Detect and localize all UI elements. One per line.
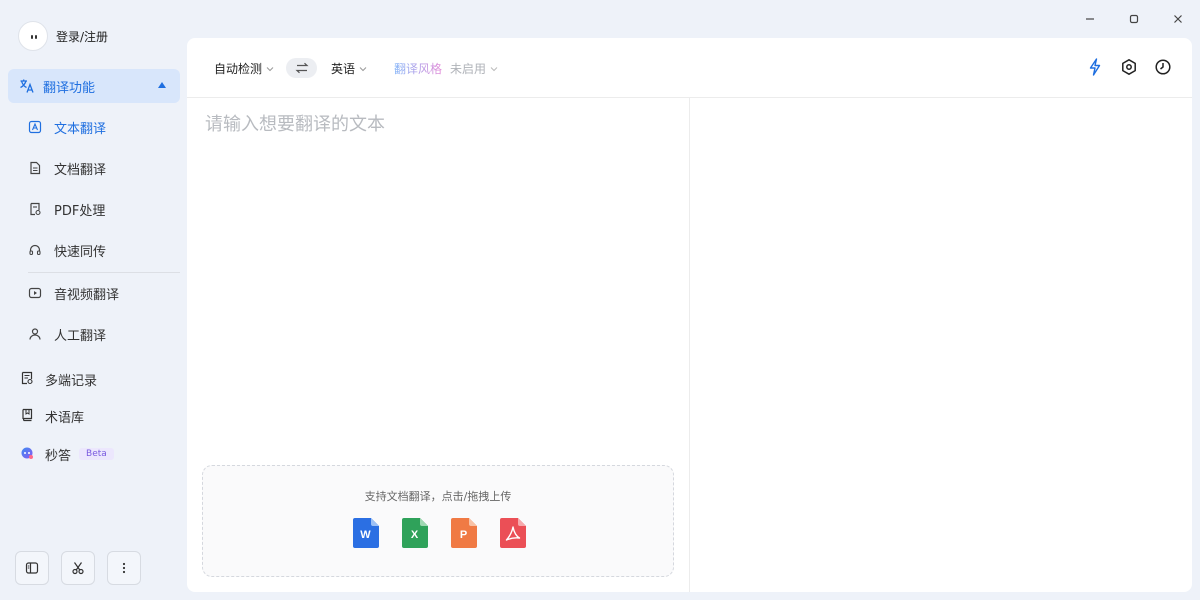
sidebar-item-label: 术语库 bbox=[45, 410, 85, 426]
word-file-icon: W bbox=[352, 518, 379, 548]
sidebar-item-label: PDF处理 bbox=[54, 203, 106, 219]
source-language-label: 自动检测 bbox=[214, 62, 263, 76]
sidebar-item-text-translate[interactable]: 文本翻译 bbox=[28, 112, 178, 142]
beta-badge: Beta bbox=[79, 448, 114, 460]
source-text-input[interactable] bbox=[205, 110, 675, 440]
pdf-file-icon bbox=[499, 518, 526, 548]
screenshot-button[interactable] bbox=[61, 551, 95, 585]
book-icon bbox=[20, 407, 34, 426]
sidebar-item-label: 音视频翻译 bbox=[54, 287, 120, 303]
chevron-down-icon bbox=[359, 66, 367, 71]
sidebar-item-label: 文档翻译 bbox=[54, 162, 107, 178]
clock-icon bbox=[1155, 59, 1171, 75]
sidebar-item-av-translate[interactable]: 音视频翻译 bbox=[28, 278, 178, 308]
swap-icon bbox=[294, 62, 309, 74]
sidebar-bottom-buttons bbox=[15, 551, 141, 585]
lightning-icon bbox=[1089, 58, 1101, 76]
minimize-icon bbox=[1086, 18, 1094, 20]
pdf-icon bbox=[28, 202, 42, 216]
excel-file-icon: X bbox=[401, 518, 428, 548]
window-controls bbox=[1068, 8, 1200, 30]
chevron-down-icon bbox=[266, 66, 274, 71]
nav-group-label: 翻译功能 bbox=[43, 80, 96, 96]
target-language-select[interactable]: 英语 bbox=[331, 60, 367, 77]
more-button[interactable] bbox=[107, 551, 141, 585]
user-login[interactable]: 登录/注册 bbox=[18, 21, 108, 51]
translation-style-select[interactable]: 翻译风格 未启用 bbox=[394, 60, 498, 77]
translation-output bbox=[690, 98, 1192, 592]
word-file-letter: W bbox=[360, 529, 371, 541]
sidebar-item-human-translate[interactable]: 人工翻译 bbox=[28, 319, 178, 349]
sidebar-toggle-button[interactable] bbox=[15, 551, 49, 585]
close-icon bbox=[1174, 15, 1182, 23]
upload-hint: 支持文档翻译，点击/拖拽上传 bbox=[364, 490, 512, 503]
fast-mode-button[interactable] bbox=[1086, 58, 1104, 76]
history-button[interactable] bbox=[1154, 58, 1172, 76]
ai-chat-icon bbox=[20, 445, 34, 464]
powerpoint-file-letter: P bbox=[459, 529, 468, 541]
nav-group-translate[interactable]: 翻译功能 bbox=[8, 69, 180, 103]
sidebar-item-records[interactable]: 多端记录 bbox=[20, 364, 180, 394]
translation-style-value: 未启用 bbox=[450, 62, 487, 76]
close-button[interactable] bbox=[1156, 8, 1200, 30]
video-icon bbox=[28, 286, 42, 300]
swap-languages-button[interactable] bbox=[286, 58, 317, 78]
caret-up-icon[interactable] bbox=[158, 82, 166, 88]
toolbar: 自动检测 英语 翻译风格 未启用 bbox=[187, 38, 1192, 98]
text-translate-icon bbox=[28, 120, 42, 134]
person-icon bbox=[28, 327, 42, 341]
translation-panel: 自动检测 英语 翻译风格 未启用 支持文档翻译，点击/拖拽上传 bbox=[187, 38, 1192, 592]
translation-style-label: 翻译风格 bbox=[394, 62, 443, 76]
more-vertical-icon bbox=[122, 562, 126, 574]
sidebar-item-label: 多端记录 bbox=[45, 373, 98, 389]
login-label: 登录/注册 bbox=[56, 29, 109, 44]
minimize-button[interactable] bbox=[1068, 8, 1112, 30]
excel-file-letter: X bbox=[410, 529, 419, 541]
chevron-down-icon bbox=[490, 66, 498, 71]
headset-icon bbox=[28, 243, 42, 257]
sidebar-item-pdf[interactable]: PDF处理 bbox=[28, 194, 178, 224]
sidebar-toggle-icon bbox=[25, 562, 39, 574]
maximize-icon bbox=[1129, 14, 1139, 24]
avatar bbox=[18, 21, 48, 51]
sidebar-item-label: 文本翻译 bbox=[54, 121, 107, 137]
target-language-label: 英语 bbox=[331, 62, 356, 76]
sidebar-item-instant-answer[interactable]: 秒答 Beta bbox=[20, 439, 180, 469]
sidebar-divider bbox=[28, 272, 180, 273]
document-icon bbox=[28, 161, 42, 175]
translate-icon bbox=[20, 79, 34, 93]
record-icon bbox=[20, 370, 34, 389]
sidebar-item-document-translate[interactable]: 文档翻译 bbox=[28, 153, 178, 183]
sidebar-item-simultaneous[interactable]: 快速同传 bbox=[28, 235, 178, 265]
sidebar-item-termbase[interactable]: 术语库 bbox=[20, 401, 180, 431]
settings-button[interactable] bbox=[1120, 58, 1138, 76]
scissors-icon bbox=[72, 562, 84, 575]
sidebar-item-label: 快速同传 bbox=[54, 244, 107, 260]
source-language-select[interactable]: 自动检测 bbox=[214, 60, 274, 77]
file-type-row: W X P bbox=[203, 518, 673, 548]
document-upload-zone[interactable]: 支持文档翻译，点击/拖拽上传 W X P bbox=[202, 465, 674, 577]
sidebar-item-label: 秒答 bbox=[45, 448, 72, 464]
sidebar-item-label: 人工翻译 bbox=[54, 328, 107, 344]
gear-icon bbox=[1122, 59, 1136, 75]
maximize-button[interactable] bbox=[1112, 8, 1156, 30]
sidebar: 登录/注册 翻译功能 文本翻译 文档翻译 PDF处理 快速同传 音视频翻译 人工… bbox=[0, 0, 187, 600]
powerpoint-file-icon: P bbox=[450, 518, 477, 548]
